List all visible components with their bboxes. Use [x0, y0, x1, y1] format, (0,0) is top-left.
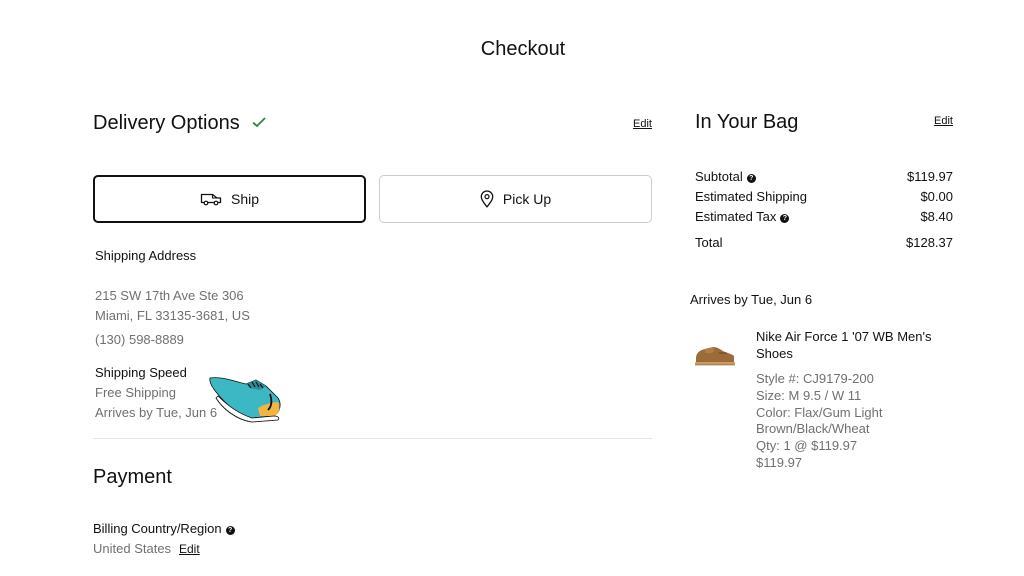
section-divider — [93, 438, 652, 439]
estimated-shipping-value: $0.00 — [920, 189, 953, 204]
product-style: Style #: CJ9179-200 — [756, 371, 874, 386]
delivery-options-title: Delivery Options — [93, 112, 240, 134]
product-image[interactable] — [693, 338, 737, 370]
ship-tab[interactable]: Ship — [93, 175, 366, 223]
page-title: Checkout — [480, 38, 566, 60]
billing-edit-link[interactable]: Edit — [179, 542, 200, 556]
help-icon[interactable]: ? — [746, 174, 756, 183]
total-row: Total $128.37 — [695, 235, 953, 250]
product-price: $119.97 — [756, 455, 803, 470]
address-line-1: 215 SW 17th Ave Ste 306 — [95, 288, 244, 303]
estimated-tax-row: Estimated Tax? $8.40 — [695, 209, 953, 224]
estimated-shipping-row: Estimated Shipping $0.00 — [695, 189, 953, 204]
ship-tab-label: Ship — [230, 191, 260, 207]
shipping-speed-label: Shipping Speed — [95, 365, 187, 380]
product-color-line-1: Color: Flax/Gum Light — [756, 405, 883, 420]
help-icon[interactable]: ? — [780, 214, 790, 223]
total-label: Total — [695, 235, 723, 250]
payment-title: Payment — [93, 466, 172, 488]
estimated-shipping-label: Estimated Shipping — [695, 189, 808, 204]
billing-country-value: United States — [93, 541, 172, 556]
subtotal-row: Subtotal? $119.97 — [695, 169, 953, 184]
delivery-method-tabs: Ship Pick Up — [93, 175, 652, 223]
product-color-line-2: Brown/Black/Wheat — [756, 421, 870, 436]
delivery-edit-link[interactable]: Edit — [633, 118, 652, 130]
product-size: Size: M 9.5 / W 11 — [756, 388, 862, 403]
truck-icon — [200, 193, 222, 206]
estimated-tax-value: $8.40 — [920, 209, 953, 224]
help-icon[interactable]: ? — [225, 526, 235, 535]
billing-country-label-text: Billing Country/Region — [93, 521, 222, 536]
pick-up-tab[interactable]: Pick Up — [379, 175, 652, 223]
bag-arrival-date: Arrives by Tue, Jun 6 — [690, 292, 813, 307]
phone-number: (130) 598-8889 — [95, 332, 184, 347]
address-line-2: Miami, FL 33135-3681, US — [95, 308, 250, 323]
product-name[interactable]: Nike Air Force 1 '07 WB Men's Shoes — [756, 328, 953, 362]
product-quantity: Qty: 1 @ $119.97 — [756, 438, 858, 453]
location-pin-icon — [480, 190, 494, 208]
subtotal-label: Subtotal? — [695, 169, 756, 184]
shipping-arrival-date: Arrives by Tue, Jun 6 — [95, 405, 218, 420]
shipping-address-label: Shipping Address — [95, 248, 197, 263]
estimated-tax-label-text: Estimated Tax — [695, 209, 777, 224]
bag-edit-link[interactable]: Edit — [934, 115, 953, 127]
subtotal-value: $119.97 — [906, 169, 953, 184]
shipping-speed-value: Free Shipping — [95, 385, 176, 400]
estimated-tax-label: Estimated Tax? — [695, 209, 790, 224]
subtotal-label-text: Subtotal — [695, 169, 743, 184]
billing-country-label: Billing Country/Region? — [93, 521, 235, 536]
in-your-bag-title: In Your Bag — [695, 111, 799, 133]
pick-up-tab-label: Pick Up — [502, 191, 552, 207]
sneaker-sticker-icon — [209, 377, 281, 423]
total-value: $128.37 — [906, 235, 953, 250]
checkmark-icon — [252, 117, 266, 128]
delivery-header: Delivery Options Edit — [93, 112, 652, 136]
